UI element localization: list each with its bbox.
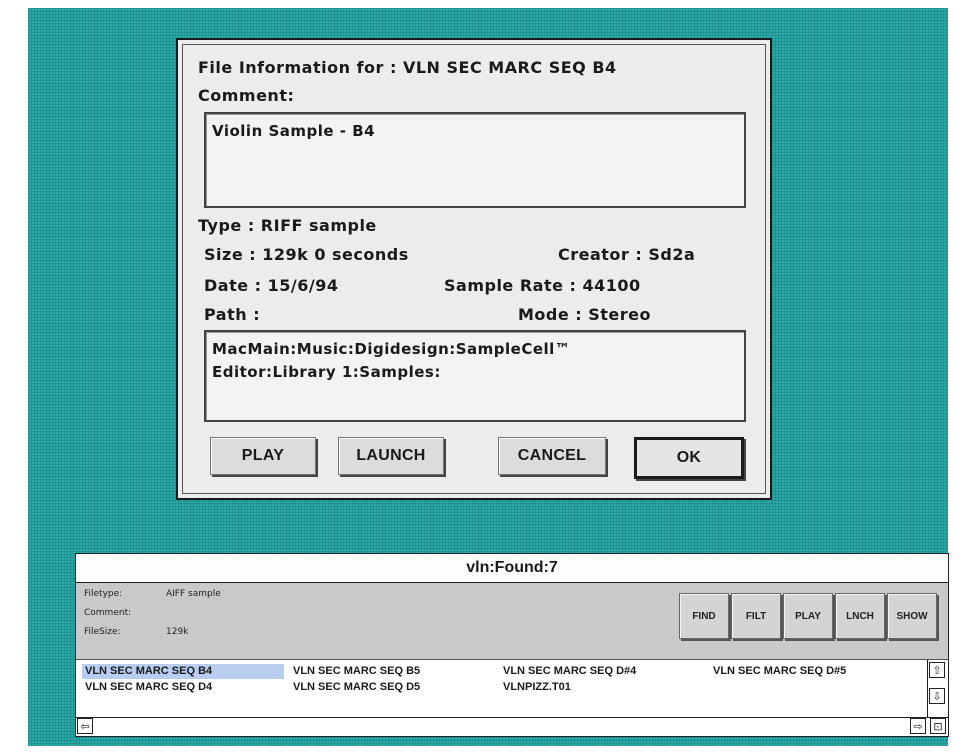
list-item[interactable]: VLN SEC MARC SEQ D#4 (500, 664, 639, 679)
path-field[interactable]: MacMain:Music:Digidesign:SampleCell™ Edi… (204, 330, 746, 422)
list-item[interactable]: VLN SEC MARC SEQ D4 (82, 680, 215, 695)
results-window: vln:Found:7 Filetype: AIFF sample Commen… (75, 553, 949, 737)
filetype-label: Filetype: (84, 589, 123, 599)
horizontal-scrollbar[interactable]: ⇦ ⇨ ⊡ (76, 717, 948, 736)
window-title-bar[interactable]: vln:Found:7 (76, 554, 948, 583)
play-button[interactable]: PLAY (210, 437, 316, 475)
scroll-up-icon[interactable]: ⇧ (929, 662, 945, 678)
filt-button[interactable]: FILT (731, 593, 781, 639)
list-item[interactable]: VLN SEC MARC SEQ D#5 (710, 664, 849, 679)
lnch-button[interactable]: LNCH (835, 593, 885, 639)
comment-value: Violin Sample - B4 (212, 122, 376, 140)
ok-button[interactable]: OK (634, 437, 744, 479)
filesize-value: 129k (166, 627, 189, 637)
scroll-left-icon[interactable]: ⇦ (77, 718, 93, 734)
scroll-down-icon[interactable]: ⇩ (929, 688, 945, 704)
sample-rate-text: Sample Rate : 44100 (444, 276, 641, 295)
info-comment-label: Comment: (84, 608, 132, 618)
vertical-scrollbar[interactable]: ⇧ ⇩ (927, 660, 948, 718)
list-item[interactable]: VLNPIZZ.T01 (500, 680, 574, 695)
type-text: Type : RIFF sample (198, 216, 377, 235)
file-info-dialog: File Information for : VLN SEC MARC SEQ … (176, 38, 772, 500)
creator-text: Creator : Sd2a (558, 245, 696, 264)
filetype-value: AIFF sample (166, 589, 221, 599)
cancel-button[interactable]: CANCEL (498, 437, 606, 475)
list-item[interactable]: VLN SEC MARC SEQ D5 (290, 680, 423, 695)
date-text: Date : 15/6/94 (204, 276, 339, 295)
list-item[interactable]: VLN SEC MARC SEQ B4 (82, 664, 284, 679)
comment-label: Comment: (198, 86, 295, 105)
path-label: Path : (204, 305, 261, 324)
window-title: vln:Found:7 (466, 559, 558, 576)
filesize-label: FileSize: (84, 627, 121, 637)
find-button[interactable]: FIND (679, 593, 729, 639)
dialog-title: File Information for : VLN SEC MARC SEQ … (198, 58, 617, 77)
info-panel: Filetype: AIFF sample Comment: FileSize:… (76, 583, 948, 660)
launch-button[interactable]: LAUNCH (338, 437, 444, 475)
list-item[interactable]: VLN SEC MARC SEQ B5 (290, 664, 423, 679)
file-list: VLN SEC MARC SEQ B4 VLN SEC MARC SEQ B5 … (76, 660, 928, 718)
finder-play-button[interactable]: PLAY (783, 593, 833, 639)
scroll-right-icon[interactable]: ⇨ (910, 718, 926, 734)
path-line-2: Editor:Library 1:Samples: (212, 363, 441, 381)
resize-grip-icon[interactable]: ⊡ (930, 718, 946, 734)
show-button[interactable]: SHOW (887, 593, 937, 639)
path-line-1: MacMain:Music:Digidesign:SampleCell™ (212, 340, 571, 358)
desktop: File Information for : VLN SEC MARC SEQ … (28, 8, 949, 746)
comment-field[interactable]: Violin Sample - B4 (204, 112, 746, 208)
size-text: Size : 129k 0 seconds (204, 245, 409, 264)
mode-text: Mode : Stereo (518, 305, 652, 324)
